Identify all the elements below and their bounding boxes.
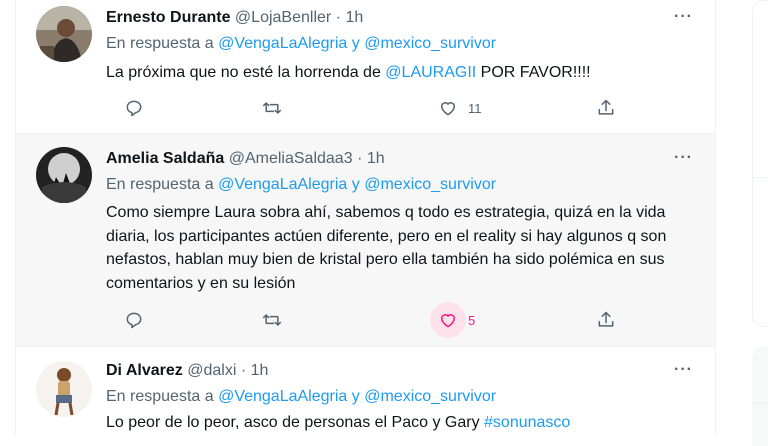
author-handle[interactable]: @dalxi (187, 362, 236, 379)
divider (752, 177, 768, 178)
author-name[interactable]: Amelia Saldaña (106, 150, 224, 167)
tweet-header: Amelia Saldaña @AmeliaSaldaa3 · 1h (106, 150, 385, 172)
reply-prefix: En respuesta a (106, 388, 214, 405)
reply-icon (126, 100, 142, 117)
reply-context: En respuesta a @VengaLaAlegria y @mexico… (106, 388, 496, 406)
tweet-text: Lo peor de lo peor, asco de personas el … (106, 411, 701, 435)
reply-button[interactable] (124, 96, 144, 120)
timestamp[interactable]: · 1h (336, 9, 364, 26)
mention-link[interactable]: @LAURAGII (385, 64, 476, 81)
sidebar-card (752, 0, 768, 327)
more-icon[interactable]: ··· (674, 8, 693, 26)
more-icon[interactable]: ··· (674, 361, 693, 379)
reply-mention[interactable]: @VengaLaAlegria (218, 176, 347, 193)
more-icon[interactable]: ··· (674, 149, 693, 167)
tweet-text: La próxima que no esté la horrenda de @L… (106, 61, 701, 85)
avatar[interactable] (36, 6, 92, 62)
reply-icon (126, 312, 142, 329)
like-button[interactable]: 5 (430, 302, 476, 338)
like-button[interactable]: 11 (438, 96, 482, 120)
reply-prefix: En respuesta a (106, 176, 214, 193)
retweet-icon (262, 314, 282, 326)
reply-mention[interactable]: @mexico_survivor (364, 35, 496, 52)
tweet-actions: 11 (106, 96, 626, 120)
retweet-icon (262, 102, 282, 114)
retweet-button[interactable] (262, 308, 282, 332)
timestamp[interactable]: · 1h (241, 362, 269, 379)
reply-mention[interactable]: @VengaLaAlegria (218, 35, 347, 52)
tweet[interactable]: Di Alvarez @dalxi · 1h ··· En respuesta … (16, 347, 715, 435)
reply-mention[interactable]: @mexico_survivor (364, 176, 496, 193)
reply-and: y (351, 35, 360, 52)
timestamp[interactable]: · 1h (357, 150, 385, 167)
tweet-actions: 5 (106, 302, 626, 338)
tweet-header: Ernesto Durante @LojaBenller · 1h (106, 9, 363, 31)
share-button[interactable] (596, 308, 616, 332)
reply-button[interactable] (124, 308, 144, 332)
avatar[interactable] (36, 147, 92, 203)
text-segment: POR FAVOR!!!! (476, 64, 591, 81)
tweet-text: Como siempre Laura sobra ahí, sabemos q … (106, 204, 667, 292)
tweet-header: Di Alvarez @dalxi · 1h (106, 362, 268, 384)
timeline: Ernesto Durante @LojaBenller · 1h ··· En… (15, 0, 716, 435)
sidebar-card (752, 346, 768, 446)
like-icon (441, 102, 455, 116)
tweet[interactable]: Amelia Saldaña @AmeliaSaldaa3 · 1h ··· E… (16, 134, 715, 346)
reply-mention[interactable]: @mexico_survivor (364, 388, 496, 405)
share-icon (598, 99, 614, 115)
reply-and: y (351, 176, 360, 193)
reply-context: En respuesta a @VengaLaAlegria y @mexico… (106, 35, 496, 53)
author-name[interactable]: Di Alvarez (106, 362, 183, 379)
author-name[interactable]: Ernesto Durante (106, 9, 230, 26)
divider (752, 403, 768, 404)
hashtag-link[interactable]: #sonunasco (484, 414, 570, 431)
tweet[interactable]: Ernesto Durante @LojaBenller · 1h ··· En… (16, 0, 715, 133)
reply-mention[interactable]: @VengaLaAlegria (218, 388, 347, 405)
reply-context: En respuesta a @VengaLaAlegria y @mexico… (106, 176, 496, 194)
reply-and: y (351, 388, 360, 405)
avatar[interactable] (36, 361, 92, 417)
text-segment: Lo peor de lo peor, asco de personas el … (106, 414, 485, 431)
author-handle[interactable]: @AmeliaSaldaa3 (229, 150, 353, 167)
text-segment: La próxima que no esté la horrenda de (106, 64, 386, 81)
retweet-button[interactable] (262, 96, 282, 120)
like-count: 5 (468, 312, 476, 328)
reply-prefix: En respuesta a (106, 35, 214, 52)
share-button[interactable] (596, 96, 616, 120)
like-count: 11 (468, 100, 482, 116)
author-handle[interactable]: @LojaBenller (235, 9, 331, 26)
share-icon (598, 311, 614, 327)
like-icon (441, 314, 455, 328)
